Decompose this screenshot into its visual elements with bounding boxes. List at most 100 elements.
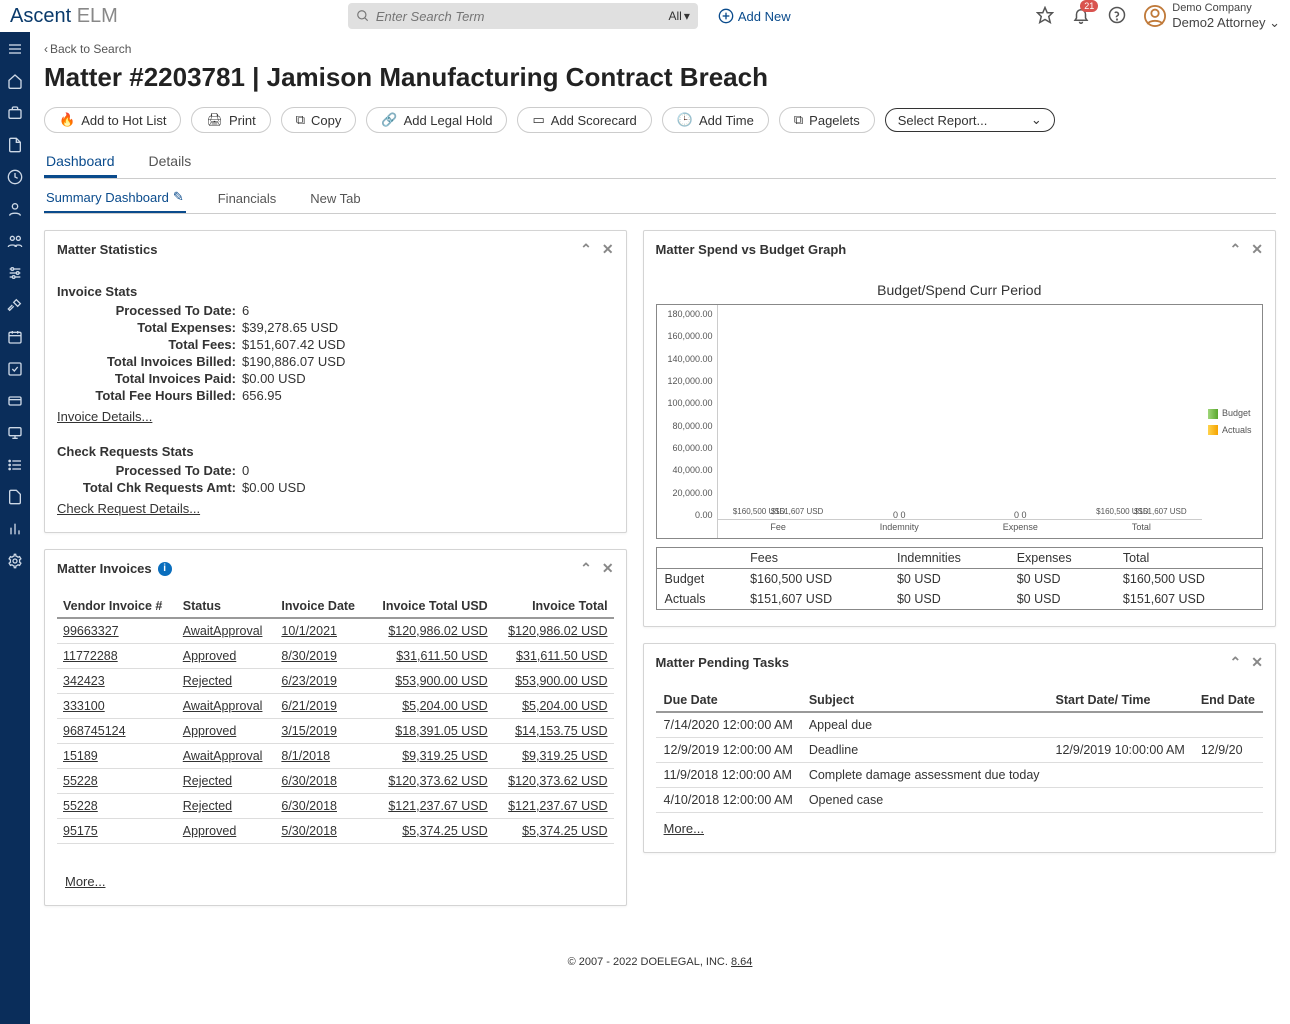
- amount-link[interactable]: $120,373.62 USD: [508, 774, 607, 788]
- amount-link[interactable]: $9,319.25 USD: [522, 749, 607, 763]
- copy-button[interactable]: ⧉Copy: [281, 107, 357, 133]
- card-icon[interactable]: [6, 392, 24, 410]
- sliders-icon[interactable]: [6, 264, 24, 282]
- search-box[interactable]: All ▾: [348, 3, 698, 29]
- close-icon[interactable]: ✕: [1251, 654, 1263, 671]
- legal-hold-button[interactable]: 🔗Add Legal Hold: [366, 107, 507, 133]
- add-new-button[interactable]: Add New: [718, 8, 791, 24]
- collapse-icon[interactable]: ⌃: [580, 560, 592, 577]
- people-icon[interactable]: [6, 232, 24, 250]
- table-row[interactable]: 7/14/2020 12:00:00 AMAppeal due: [656, 712, 1263, 738]
- status-link[interactable]: Approved: [183, 824, 237, 838]
- amount-link[interactable]: $9,319.25 USD: [402, 749, 487, 763]
- date-link[interactable]: 6/23/2019: [281, 674, 337, 688]
- amount-link[interactable]: $14,153.75 USD: [515, 724, 607, 738]
- close-icon[interactable]: ✕: [1251, 241, 1263, 258]
- col-header[interactable]: Due Date: [656, 689, 801, 712]
- status-link[interactable]: Rejected: [183, 799, 232, 813]
- invoice-link[interactable]: 55228: [63, 799, 98, 813]
- invoices-more-link[interactable]: More...: [65, 874, 614, 889]
- invoice-link[interactable]: 968745124: [63, 724, 126, 738]
- amount-link[interactable]: $120,986.02 USD: [388, 624, 487, 638]
- col-header[interactable]: End Date: [1193, 689, 1263, 712]
- invoice-link[interactable]: 11772288: [63, 649, 118, 663]
- status-link[interactable]: Rejected: [183, 674, 232, 688]
- date-link[interactable]: 10/1/2021: [281, 624, 337, 638]
- version-link[interactable]: 8.64: [731, 956, 752, 968]
- col-header[interactable]: Invoice Date: [275, 595, 367, 618]
- check-details-link[interactable]: Check Request Details...: [57, 501, 614, 516]
- subtab-summary[interactable]: Summary Dashboard ✎: [44, 183, 186, 213]
- invoice-link[interactable]: 15189: [63, 749, 98, 763]
- close-icon[interactable]: ✕: [602, 560, 614, 577]
- date-link[interactable]: 6/30/2018: [281, 799, 337, 813]
- home-icon[interactable]: [6, 72, 24, 90]
- subtab-financials[interactable]: Financials: [216, 183, 279, 213]
- collapse-icon[interactable]: ⌃: [580, 241, 592, 258]
- add-hotlist-button[interactable]: 🔥Add to Hot List: [44, 107, 181, 133]
- amount-link[interactable]: $53,900.00 USD: [515, 674, 607, 688]
- subtab-newtab[interactable]: New Tab: [308, 183, 362, 213]
- amount-link[interactable]: $5,374.25 USD: [402, 824, 487, 838]
- person-icon[interactable]: [6, 200, 24, 218]
- date-link[interactable]: 8/1/2018: [281, 749, 330, 763]
- amount-link[interactable]: $121,237.67 USD: [508, 799, 607, 813]
- status-link[interactable]: AwaitApproval: [183, 624, 263, 638]
- amount-link[interactable]: $120,373.62 USD: [388, 774, 487, 788]
- invoice-link[interactable]: 342423: [63, 674, 105, 688]
- list-icon[interactable]: [6, 456, 24, 474]
- amount-link[interactable]: $121,237.67 USD: [388, 799, 487, 813]
- edit-icon[interactable]: ✎: [173, 189, 184, 205]
- amount-link[interactable]: $5,204.00 USD: [402, 699, 487, 713]
- table-row[interactable]: 4/10/2018 12:00:00 AMOpened case: [656, 788, 1263, 813]
- invoice-details-link[interactable]: Invoice Details...: [57, 409, 614, 424]
- select-report-dropdown[interactable]: Select Report...⌄: [885, 108, 1055, 132]
- invoice-link[interactable]: 95175: [63, 824, 98, 838]
- monitor-icon[interactable]: [6, 424, 24, 442]
- clock-icon[interactable]: [6, 168, 24, 186]
- amount-link[interactable]: $5,374.25 USD: [522, 824, 607, 838]
- amount-link[interactable]: $53,900.00 USD: [395, 674, 487, 688]
- date-link[interactable]: 5/30/2018: [281, 824, 337, 838]
- col-header[interactable]: Start Date/ Time: [1048, 689, 1193, 712]
- col-header[interactable]: Subject: [801, 689, 1048, 712]
- amount-link[interactable]: $120,986.02 USD: [508, 624, 607, 638]
- invoice-link[interactable]: 55228: [63, 774, 98, 788]
- search-input[interactable]: [376, 9, 663, 24]
- status-link[interactable]: Rejected: [183, 774, 232, 788]
- calendar-icon[interactable]: [6, 328, 24, 346]
- col-header[interactable]: Invoice Total: [494, 595, 614, 618]
- tab-dashboard[interactable]: Dashboard: [44, 147, 117, 178]
- status-link[interactable]: Approved: [183, 649, 237, 663]
- search-filter[interactable]: All ▾: [668, 9, 689, 23]
- menu-icon[interactable]: [6, 40, 24, 58]
- pagelets-button[interactable]: ⧉Pagelets: [779, 107, 875, 133]
- amount-link[interactable]: $31,611.50 USD: [396, 649, 488, 663]
- date-link[interactable]: 6/21/2019: [281, 699, 337, 713]
- gear-icon[interactable]: [6, 552, 24, 570]
- info-icon[interactable]: i: [158, 562, 172, 576]
- table-row[interactable]: 12/9/2019 12:00:00 AMDeadline12/9/2019 1…: [656, 738, 1263, 763]
- tab-details[interactable]: Details: [147, 147, 194, 178]
- notifications-icon[interactable]: 21: [1072, 6, 1090, 27]
- col-header[interactable]: Vendor Invoice #: [57, 595, 177, 618]
- date-link[interactable]: 3/15/2019: [281, 724, 337, 738]
- help-icon[interactable]: [1108, 6, 1126, 27]
- checkbox-icon[interactable]: [6, 360, 24, 378]
- document-icon[interactable]: [6, 136, 24, 154]
- add-time-button[interactable]: 🕒Add Time: [662, 107, 769, 133]
- chart-icon[interactable]: [6, 520, 24, 538]
- status-link[interactable]: Approved: [183, 724, 237, 738]
- invoice-link[interactable]: 333100: [63, 699, 105, 713]
- user-menu[interactable]: Demo Company Demo2 Attorney ⌄: [1144, 2, 1280, 31]
- col-header[interactable]: Status: [177, 595, 276, 618]
- status-link[interactable]: AwaitApproval: [183, 749, 263, 763]
- amount-link[interactable]: $5,204.00 USD: [522, 699, 607, 713]
- date-link[interactable]: 6/30/2018: [281, 774, 337, 788]
- collapse-icon[interactable]: ⌃: [1230, 241, 1242, 258]
- gavel-icon[interactable]: [6, 296, 24, 314]
- amount-link[interactable]: $31,611.50 USD: [516, 649, 608, 663]
- date-link[interactable]: 8/30/2019: [281, 649, 337, 663]
- briefcase-icon[interactable]: [6, 104, 24, 122]
- file-icon[interactable]: [6, 488, 24, 506]
